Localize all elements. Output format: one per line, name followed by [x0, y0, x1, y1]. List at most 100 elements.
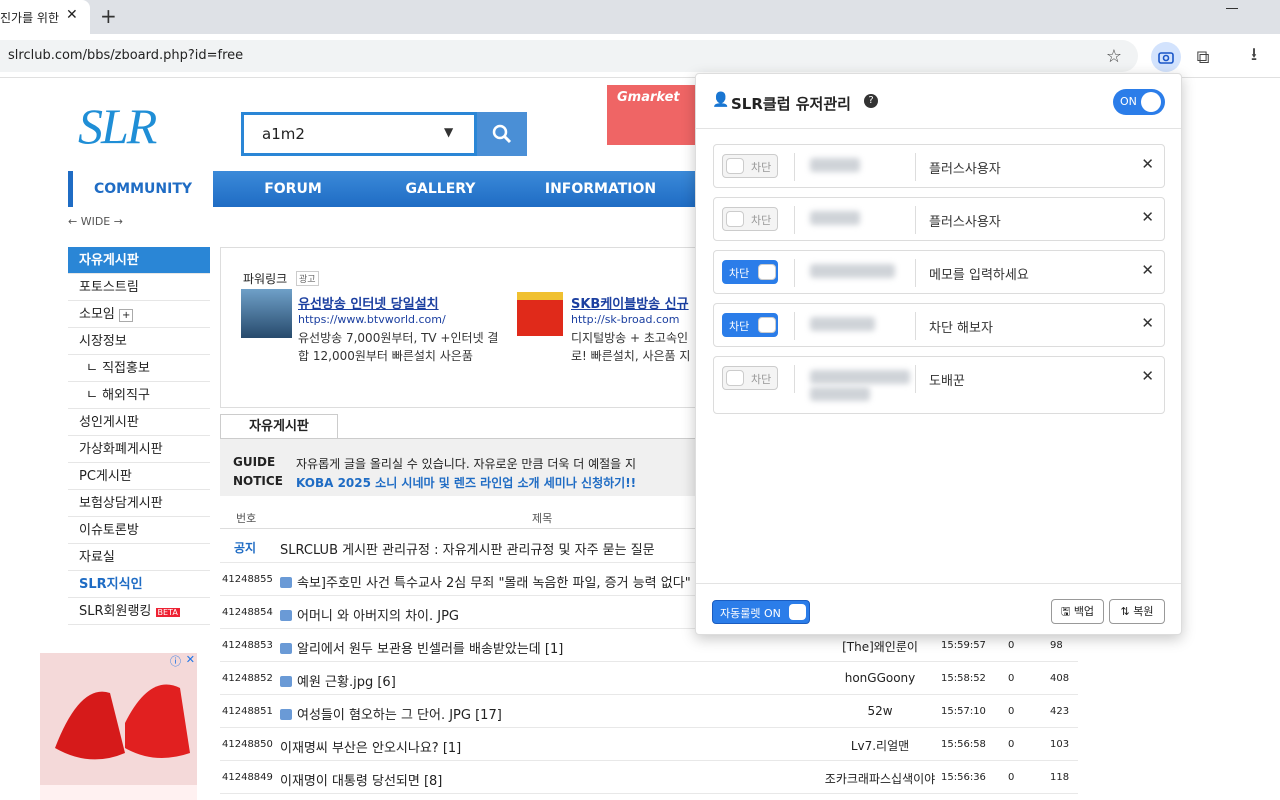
sidebar-item[interactable]: 소모임 +	[68, 301, 210, 328]
search-box[interactable]: a1m2 ▼	[241, 112, 477, 156]
ad-title[interactable]: 유선방송 인터넷 당일설치	[298, 293, 439, 312]
search-input[interactable]: a1m2	[262, 125, 305, 143]
ad-url[interactable]: http://sk-broad.com	[571, 313, 679, 326]
search-button[interactable]	[477, 112, 527, 156]
site-logo[interactable]: SLR	[78, 97, 157, 155]
remove-user-icon[interactable]: ✕	[1141, 155, 1154, 173]
row-no: 41248850	[222, 739, 273, 750]
nav-gallery[interactable]: GALLERY	[373, 171, 508, 207]
block-toggle[interactable]: 차단	[722, 260, 778, 284]
board-tab[interactable]: 자유게시판	[220, 414, 338, 439]
row-title[interactable]: 예원 근황.jpg [6]	[280, 671, 396, 690]
gift-icon[interactable]	[517, 292, 563, 336]
remove-user-icon[interactable]: ✕	[1141, 367, 1154, 385]
row-title[interactable]: SLRCLUB 게시판 관리규정 : 자유게시판 관리규정 및 자주 묻는 질문	[280, 539, 655, 558]
remove-user-icon[interactable]: ✕	[1141, 261, 1154, 279]
memo-field[interactable]: 도배꾼	[929, 370, 965, 389]
row-title[interactable]: 속보]주호민 사건 특수교사 2심 무죄 "몰래 녹음한 파일, 증거 능력 없…	[280, 572, 691, 591]
sidebar-item[interactable]: PC게시판	[68, 463, 210, 490]
shoe-ad-image	[40, 653, 197, 785]
block-toggle[interactable]: 차단	[722, 366, 778, 390]
table-row[interactable]: 41248849 이재명이 대통령 당선되면 [8] 조카크래파스십색이야 15:56…	[220, 761, 1078, 794]
sidebar-item[interactable]: 보험상담게시판	[68, 490, 210, 517]
sidebar-item[interactable]: ㄴ 해외직구	[68, 382, 210, 409]
image-icon	[280, 676, 292, 687]
powerlink-box: 파워링크 광고 유선방송 인터넷 당일설치 https://www.btvwor…	[220, 247, 700, 408]
row-views: 408	[1050, 673, 1070, 684]
sidebar-item[interactable]: SLR지식인	[68, 571, 210, 598]
row-author[interactable]: 52w	[815, 704, 945, 718]
sidebar-item[interactable]: 성인게시판	[68, 409, 210, 436]
minimize-icon[interactable]	[1226, 8, 1238, 9]
extension-camera-icon[interactable]	[1151, 42, 1181, 72]
bookmark-star-icon[interactable]: ☆	[1100, 42, 1128, 70]
block-toggle-label: 차단	[751, 373, 772, 386]
tab-bar: 진가를 위한 ✕ +	[0, 0, 1280, 34]
row-author[interactable]: [The]왜인룬이	[815, 638, 945, 655]
browser-tab[interactable]: 진가를 위한 ✕	[0, 0, 90, 34]
table-row[interactable]: 41248850 이재명씨 부산은 안오시나요? [1] Lv7.리얼맨 15:56:…	[220, 728, 1078, 761]
download-icon[interactable]: ⭳	[1240, 43, 1268, 71]
banner-ad[interactable]: Gmarket	[607, 85, 697, 145]
nav-information[interactable]: INFORMATION	[508, 171, 693, 207]
ad-url[interactable]: https://www.btvworld.com/	[298, 313, 446, 326]
col-no: 번호	[236, 512, 257, 525]
auto-roulette-toggle[interactable]: 자동룰렛 ON	[712, 600, 810, 624]
remove-user-icon[interactable]: ✕	[1141, 208, 1154, 226]
side-ad[interactable]: ⓘ ✕	[40, 653, 197, 800]
backup-button[interactable]: 🖫 백업	[1051, 599, 1104, 624]
ad-info-icon[interactable]: ⓘ	[170, 653, 181, 669]
new-tab-button[interactable]: +	[100, 4, 117, 28]
memo-field[interactable]: 플러스사용자	[929, 211, 1001, 230]
row-time: 15:58:52	[941, 673, 986, 684]
row-author[interactable]: 조카크래파스십색이야	[815, 770, 945, 787]
restore-button[interactable]: ⇅ 복원	[1109, 599, 1165, 624]
wide-toggle[interactable]: ← WIDE →	[68, 215, 123, 228]
nav-community[interactable]: COMMUNITY	[68, 171, 213, 207]
row-author[interactable]: honGGoony	[815, 671, 945, 685]
tab-close-icon[interactable]: ✕	[66, 7, 78, 23]
sidebar-item[interactable]: 가상화폐게시판	[68, 436, 210, 463]
blocked-user-row: 차단 도배꾼 ✕	[713, 356, 1165, 414]
memo-field[interactable]: 메모를 입력하세요	[929, 264, 1029, 283]
row-no: 41248854	[222, 607, 273, 618]
divider	[915, 153, 916, 181]
help-icon[interactable]: ?	[864, 94, 878, 108]
block-toggle[interactable]: 차단	[722, 154, 778, 178]
address-bar[interactable]: slrclub.com/bbs/zboard.php?id=free ☆	[0, 40, 1138, 72]
table-row[interactable]: 41248852 예원 근황.jpg [6] honGGoony 15:58:52 0 4…	[220, 662, 1078, 695]
sidebar-item[interactable]: ㄴ 직접홍보	[68, 355, 210, 382]
sidebar-item[interactable]: 포토스트림	[68, 274, 210, 301]
ad-title[interactable]: SKB케이블방송 신규	[571, 293, 689, 312]
block-toggle-label: 차단	[751, 214, 772, 227]
row-author[interactable]: Lv7.리얼맨	[815, 737, 945, 754]
row-title[interactable]: 이재명이 대통령 당선되면 [8]	[280, 770, 442, 789]
block-toggle[interactable]: 차단	[722, 207, 778, 231]
dropdown-arrow-icon[interactable]: ▼	[444, 125, 453, 139]
sidebar-item[interactable]: SLR회원랭킹 BETA	[68, 598, 210, 625]
remove-user-icon[interactable]: ✕	[1141, 314, 1154, 332]
ad-close-icon[interactable]: ✕	[186, 653, 195, 666]
sidebar-item[interactable]: 시장정보	[68, 328, 210, 355]
sidebar-item[interactable]: 이슈토론방	[68, 517, 210, 544]
sidebar-item[interactable]: 자료실	[68, 544, 210, 571]
row-title[interactable]: 이재명씨 부산은 안오시나요? [1]	[280, 737, 461, 756]
row-title[interactable]: 알리에서 원두 보관용 빈셀러를 배송받았는데 [1]	[280, 638, 563, 657]
ad-thumb-tv[interactable]	[241, 289, 292, 338]
block-toggle[interactable]: 차단	[722, 313, 778, 337]
row-views: 423	[1050, 706, 1070, 717]
master-toggle[interactable]: ON	[1113, 89, 1165, 115]
memo-field[interactable]: 플러스사용자	[929, 158, 1001, 177]
sidebar-item[interactable]: 자유게시판	[68, 247, 210, 274]
row-rec: 0	[1008, 739, 1015, 750]
row-title[interactable]: 여성들이 혐오하는 그 단어. JPG [17]	[280, 704, 502, 723]
plus-icon[interactable]: +	[119, 309, 134, 322]
table-row[interactable]: 41248851 여성들이 혐오하는 그 단어. JPG [17] 52w 15:57…	[220, 695, 1078, 728]
row-title[interactable]: 어머니 와 아버지의 차이. JPG	[280, 605, 459, 624]
backup-label: 백업	[1073, 605, 1095, 618]
memo-field[interactable]: 차단 해보자	[929, 317, 993, 336]
nav-forum[interactable]: FORUM	[213, 171, 373, 207]
extensions-puzzle-icon[interactable]: ⧉	[1189, 43, 1217, 71]
notice-link[interactable]: KOBA 2025 소니 시네마 및 렌즈 라인업 소개 세미나 신청하기!!	[296, 474, 636, 491]
panel-header: 👤 SLR클럽 유저관리 ? ON	[696, 74, 1181, 129]
